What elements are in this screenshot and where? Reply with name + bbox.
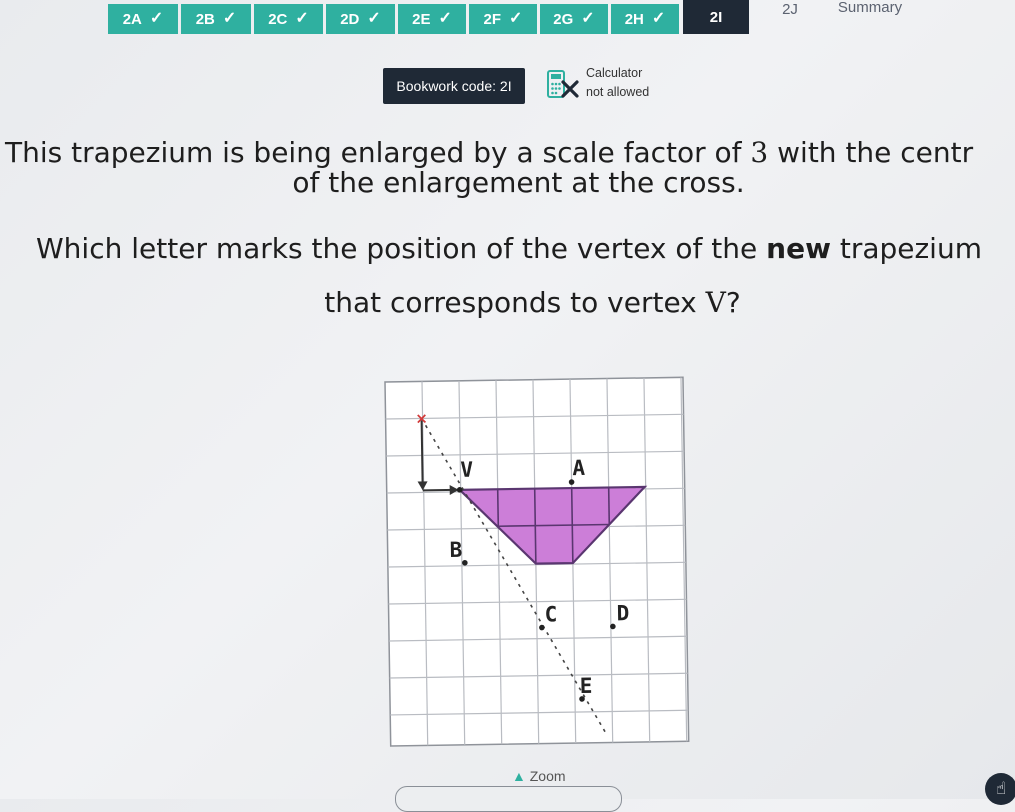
zoom-icon: ▲: [512, 768, 526, 784]
tab-summary[interactable]: Summary: [820, 0, 920, 22]
calculator-label: Calculator: [586, 66, 642, 80]
tab-label: 2F: [484, 11, 502, 28]
tab-2b[interactable]: 2B ✓: [181, 4, 251, 34]
tab-2f[interactable]: 2F ✓: [469, 4, 537, 34]
check-icon: ✓: [367, 11, 380, 27]
tab-label: 2I: [710, 9, 723, 26]
tab-label: 2E: [412, 11, 430, 28]
zoom-bar[interactable]: [395, 786, 622, 812]
grid-background: [385, 377, 689, 746]
question-line-2: of the enlargement at the cross.: [0, 166, 1015, 199]
question-text: trapezium: [831, 232, 982, 265]
calculator-status: not allowed: [586, 85, 649, 99]
hand-pointer-icon[interactable]: ☝: [985, 773, 1015, 805]
zoom-control[interactable]: ▲ Zoom: [512, 768, 566, 784]
check-icon: ✓: [223, 11, 236, 27]
check-icon: ✓: [295, 11, 308, 27]
scale-factor-value: 3: [750, 136, 768, 169]
tab-label: 2D: [340, 11, 359, 28]
tab-label: 2H: [625, 11, 644, 28]
question-text: with the centr: [768, 136, 973, 169]
zoom-label: Zoom: [530, 768, 566, 784]
tab-label: 2J: [782, 1, 798, 18]
tab-2g[interactable]: 2G ✓: [540, 4, 608, 34]
tab-2d[interactable]: 2D ✓: [326, 4, 395, 34]
check-icon: ✓: [652, 11, 665, 27]
tab-2e[interactable]: 2E ✓: [398, 4, 466, 34]
calculator-crossed-icon: [545, 69, 579, 101]
tab-2i[interactable]: 2I: [683, 0, 749, 34]
tab-label: 2A: [123, 11, 142, 28]
vertex-name: V: [706, 286, 726, 319]
enlargement-diagram: × V A B C D E: [0, 0, 1015, 799]
question-line-3: Which letter marks the position of the v…: [36, 232, 1015, 265]
bookwork-code-badge: Bookwork code: 2I: [383, 68, 525, 104]
tab-2a[interactable]: 2A ✓: [108, 4, 178, 34]
question-text: that corresponds to vertex: [324, 286, 705, 319]
check-icon: ✓: [581, 11, 594, 27]
task-tab-bar: 2A ✓ 2B ✓ 2C ✓ 2D ✓ 2E ✓ 2F ✓ 2G ✓ 2H ✓ …: [0, 0, 1015, 36]
check-icon: ✓: [509, 11, 522, 27]
tab-2j[interactable]: 2J: [765, 0, 815, 24]
check-icon: ✓: [438, 11, 451, 27]
question-line-4: that corresponds to vertex V?: [0, 286, 1015, 319]
tab-label: 2G: [553, 11, 573, 28]
question-text: This trapezium is being enlarged by a sc…: [5, 136, 750, 169]
tab-label: 2C: [268, 11, 287, 28]
tab-label: 2B: [196, 11, 215, 28]
tab-2h[interactable]: 2H ✓: [611, 4, 679, 34]
question-text: ?: [726, 286, 741, 319]
question-line-1: This trapezium is being enlarged by a sc…: [0, 136, 1015, 169]
tab-2c[interactable]: 2C ✓: [254, 4, 323, 34]
question-emphasis: new: [766, 232, 831, 265]
check-icon: ✓: [150, 11, 163, 27]
question-text: Which letter marks the position of the v…: [36, 232, 766, 265]
tab-label: Summary: [838, 0, 902, 16]
